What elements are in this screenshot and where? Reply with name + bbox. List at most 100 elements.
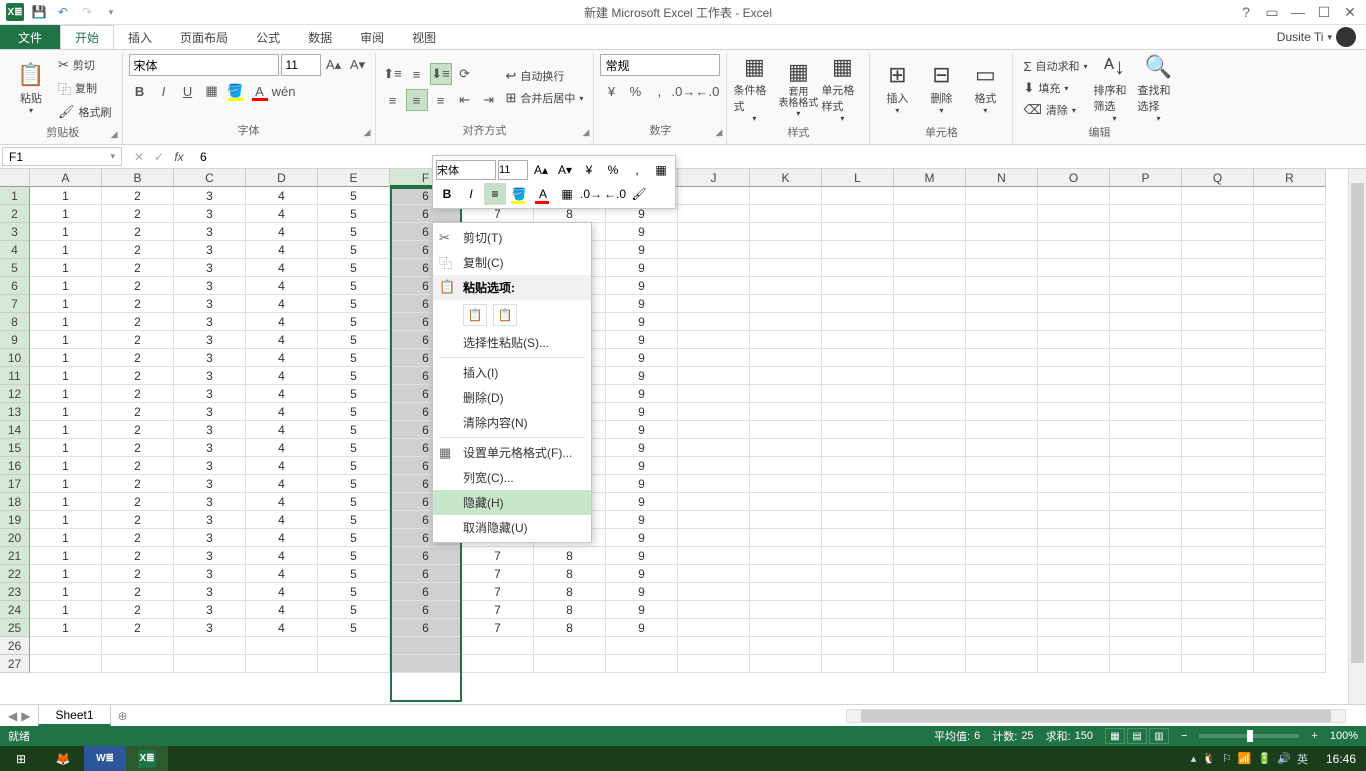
add-sheet-button[interactable]: ⊕ xyxy=(111,705,135,726)
fx-icon[interactable]: fx xyxy=(170,150,188,164)
cell[interactable]: 4 xyxy=(246,421,318,439)
cell[interactable]: 9 xyxy=(606,619,678,637)
name-box[interactable]: F1▾ xyxy=(2,147,122,166)
cell[interactable] xyxy=(1182,565,1254,583)
cell[interactable] xyxy=(678,457,750,475)
cell[interactable]: 6 xyxy=(390,547,462,565)
cell[interactable] xyxy=(966,313,1038,331)
cell[interactable] xyxy=(678,349,750,367)
cell[interactable] xyxy=(678,493,750,511)
cell[interactable]: 2 xyxy=(102,223,174,241)
save-icon[interactable]: 💾 xyxy=(28,1,50,23)
insert-cells-button[interactable]: ⊞插入▾ xyxy=(876,54,918,122)
cell[interactable] xyxy=(966,385,1038,403)
cell[interactable]: 5 xyxy=(318,349,390,367)
cell[interactable] xyxy=(822,475,894,493)
cell[interactable]: 3 xyxy=(174,205,246,223)
cell[interactable] xyxy=(1110,529,1182,547)
tray-battery-icon[interactable]: 🔋 xyxy=(1258,752,1272,765)
cell[interactable] xyxy=(1254,529,1326,547)
taskbar-word[interactable]: W≣ xyxy=(84,746,126,771)
cell[interactable]: 1 xyxy=(30,259,102,277)
cell[interactable]: 3 xyxy=(174,403,246,421)
cell[interactable] xyxy=(1254,619,1326,637)
cell[interactable] xyxy=(894,547,966,565)
italic-button[interactable]: I xyxy=(153,80,175,102)
cell[interactable]: 2 xyxy=(102,421,174,439)
cell[interactable] xyxy=(1038,493,1110,511)
cell[interactable] xyxy=(318,637,390,655)
cell[interactable] xyxy=(462,655,534,673)
cell[interactable] xyxy=(822,259,894,277)
cell[interactable] xyxy=(1038,295,1110,313)
mini-inc-decimal-icon[interactable]: .0→ xyxy=(580,183,602,205)
cell[interactable]: 1 xyxy=(30,511,102,529)
cell[interactable] xyxy=(1182,529,1254,547)
cell[interactable]: 2 xyxy=(102,187,174,205)
cell[interactable] xyxy=(318,655,390,673)
cell[interactable] xyxy=(1038,421,1110,439)
cell[interactable] xyxy=(678,223,750,241)
cell[interactable] xyxy=(750,367,822,385)
cell[interactable] xyxy=(750,457,822,475)
cm-delete[interactable]: 删除(D) xyxy=(433,385,591,410)
align-top-icon[interactable]: ⬆≡ xyxy=(382,63,404,85)
cell[interactable] xyxy=(750,349,822,367)
cell[interactable] xyxy=(750,493,822,511)
cell[interactable]: 4 xyxy=(246,529,318,547)
cell[interactable] xyxy=(678,655,750,673)
cell[interactable]: 8 xyxy=(534,619,606,637)
tab-formulas[interactable]: 公式 xyxy=(242,25,294,49)
cell[interactable] xyxy=(678,331,750,349)
cell[interactable] xyxy=(894,583,966,601)
cell[interactable]: 6 xyxy=(390,583,462,601)
cell[interactable] xyxy=(750,385,822,403)
cell[interactable]: 4 xyxy=(246,205,318,223)
cell[interactable] xyxy=(1182,241,1254,259)
currency-icon[interactable]: ¥ xyxy=(600,80,622,102)
cell[interactable]: 9 xyxy=(606,493,678,511)
cell[interactable] xyxy=(750,403,822,421)
cm-insert[interactable]: 插入(I) xyxy=(433,360,591,385)
cell[interactable]: 9 xyxy=(606,583,678,601)
cell[interactable]: 5 xyxy=(318,511,390,529)
cell[interactable] xyxy=(1182,583,1254,601)
row-header-24[interactable]: 24 xyxy=(0,601,30,619)
tab-review[interactable]: 审阅 xyxy=(346,25,398,49)
row-header-6[interactable]: 6 xyxy=(0,277,30,295)
align-center-icon[interactable]: ≡ xyxy=(406,89,428,111)
cell[interactable] xyxy=(822,277,894,295)
cell[interactable]: 5 xyxy=(318,241,390,259)
cell[interactable]: 1 xyxy=(30,583,102,601)
zoom-level[interactable]: 100% xyxy=(1330,730,1358,742)
cell[interactable] xyxy=(894,439,966,457)
cell[interactable] xyxy=(822,619,894,637)
cell[interactable]: 8 xyxy=(534,583,606,601)
cell[interactable] xyxy=(1038,259,1110,277)
cell[interactable] xyxy=(1038,277,1110,295)
cell[interactable]: 1 xyxy=(30,403,102,421)
cell[interactable]: 3 xyxy=(174,277,246,295)
cell[interactable] xyxy=(750,601,822,619)
cell[interactable]: 5 xyxy=(318,313,390,331)
cell[interactable] xyxy=(1182,403,1254,421)
cell[interactable] xyxy=(1254,313,1326,331)
cell[interactable]: 5 xyxy=(318,619,390,637)
tab-insert[interactable]: 插入 xyxy=(114,25,166,49)
cell[interactable] xyxy=(966,349,1038,367)
system-tray[interactable]: ▴ 🐧 ⚐ 📶 🔋 🔊 英 xyxy=(1183,746,1316,771)
cell[interactable]: 1 xyxy=(30,295,102,313)
cm-hide[interactable]: 隐藏(H) xyxy=(433,490,591,515)
cell[interactable] xyxy=(1254,277,1326,295)
cell[interactable] xyxy=(1254,385,1326,403)
cell[interactable] xyxy=(750,511,822,529)
cell[interactable] xyxy=(1182,205,1254,223)
cell[interactable] xyxy=(1182,457,1254,475)
normal-view-icon[interactable]: ▦ xyxy=(1105,728,1125,744)
cell[interactable] xyxy=(1182,367,1254,385)
cell[interactable] xyxy=(750,313,822,331)
sheet-nav[interactable]: ◀▶ xyxy=(0,705,38,726)
row-header-20[interactable]: 20 xyxy=(0,529,30,547)
conditional-format-button[interactable]: ▦条件格式▾ xyxy=(733,54,775,122)
row-header-22[interactable]: 22 xyxy=(0,565,30,583)
